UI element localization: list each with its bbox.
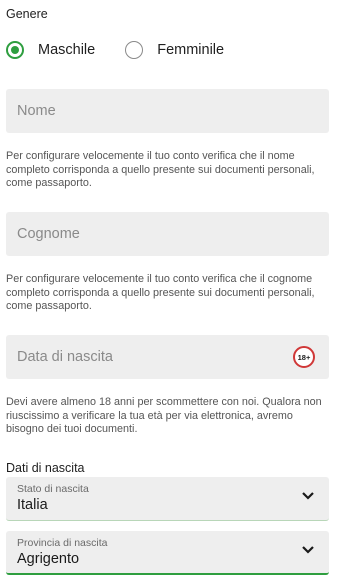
gender-option-female-label: Femminile xyxy=(157,42,225,58)
radio-unselected-icon[interactable] xyxy=(125,41,144,59)
birth-country-select[interactable]: Stato di nascita Italia xyxy=(6,477,329,521)
chevron-down-icon xyxy=(302,492,314,500)
radio-selected-icon[interactable] xyxy=(6,41,24,59)
birth-province-label: Provincia di nascita xyxy=(17,537,108,549)
birth-country-value: Italia xyxy=(17,497,48,513)
last-name-help-text: Per configurare velocemente il tuo conto… xyxy=(6,273,315,312)
age-18-plus-icon: 18+ xyxy=(293,346,315,368)
first-name-help-text: Per configurare velocemente il tuo conto… xyxy=(6,150,315,189)
first-name-input[interactable]: Nome xyxy=(6,89,329,133)
birth-country-label: Stato di nascita xyxy=(17,483,89,495)
last-name-input[interactable]: Cognome xyxy=(6,212,329,256)
last-name-placeholder: Cognome xyxy=(17,226,80,242)
birth-province-value: Agrigento xyxy=(17,551,80,567)
first-name-placeholder: Nome xyxy=(17,103,56,119)
birth-data-label: Dati di nascita xyxy=(6,461,85,475)
gender-option-female[interactable]: Femminile xyxy=(125,41,224,59)
birth-province-select[interactable]: Provincia di nascita Agrigento xyxy=(6,531,329,575)
gender-label: Genere xyxy=(6,7,48,21)
birth-date-input[interactable]: Data di nascita 18+ xyxy=(6,335,329,379)
gender-option-male-label: Maschile xyxy=(38,42,96,58)
birth-date-help-text: Devi avere almeno 18 anni per scommetter… xyxy=(6,396,322,435)
gender-radio-group: Maschile Femminile xyxy=(6,38,224,62)
gender-option-male[interactable]: Maschile xyxy=(6,41,95,59)
chevron-down-icon xyxy=(302,546,314,554)
birth-date-placeholder: Data di nascita xyxy=(17,349,113,365)
